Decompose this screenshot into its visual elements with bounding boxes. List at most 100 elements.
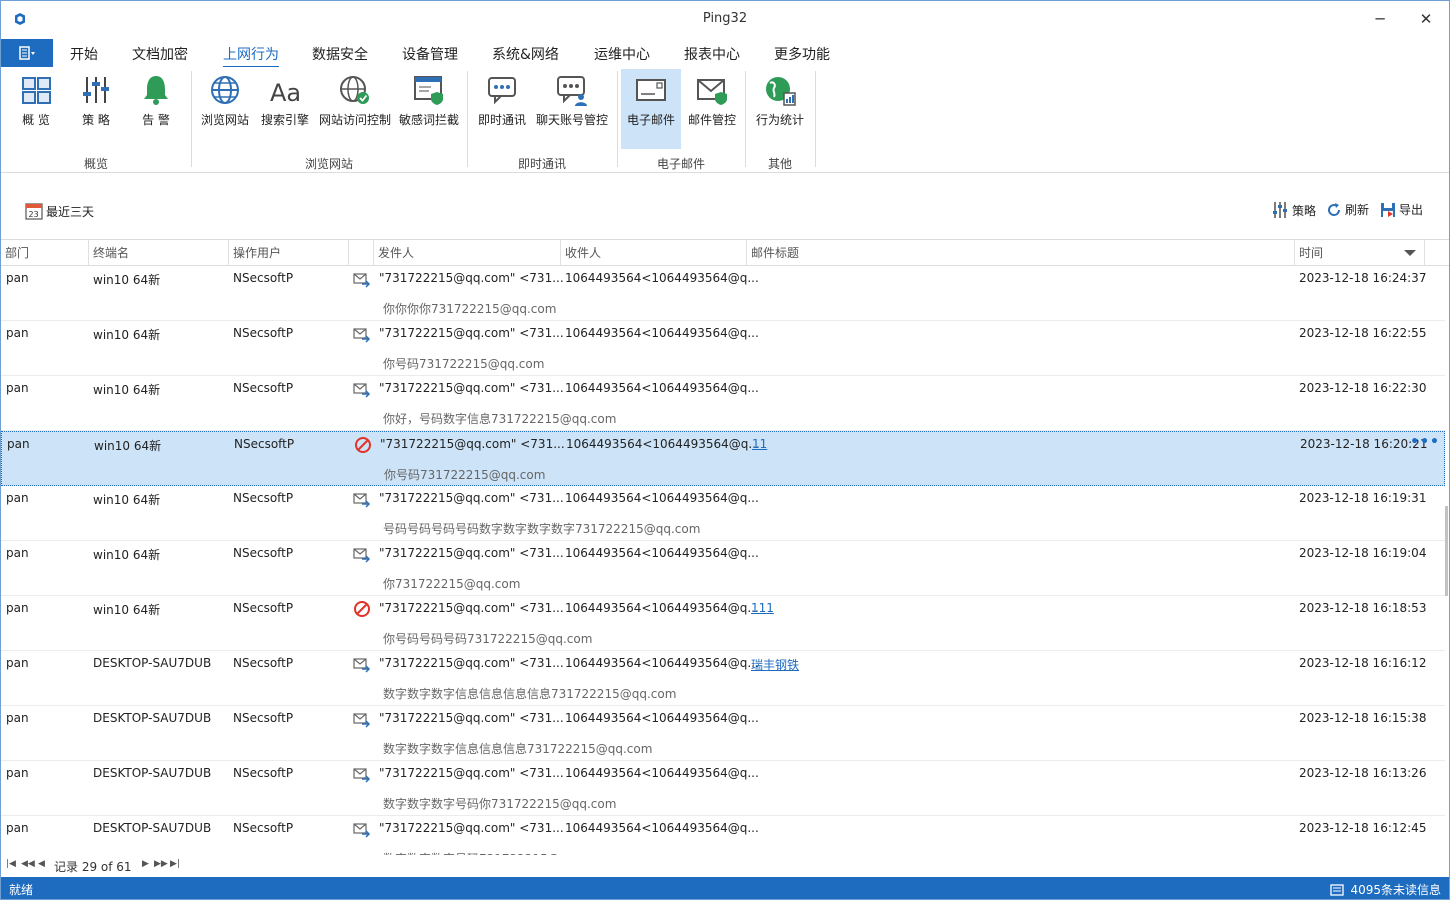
tab-ops-center[interactable]: 运维中心 [594, 44, 650, 64]
prev-record-button[interactable]: ◀ [38, 859, 45, 869]
cell-terminal: DESKTOP-SAU7DUB [93, 711, 212, 725]
ribbon-alarm-label: 告 警 [142, 113, 170, 127]
minimize-button[interactable]: ─ [1365, 7, 1395, 31]
ribbon-sensitive-words-button[interactable]: 敏感词拦截 [397, 69, 461, 149]
table-row[interactable]: pan win10 64新 NSecsoftP "731722215@qq.com" … [1, 596, 1445, 651]
last-page-button[interactable]: ▶| [170, 859, 180, 869]
browser-shield-icon [414, 76, 443, 105]
table-row[interactable]: pan DESKTOP-SAU7DUB NSecsoftP "731722215@qq… [1, 706, 1445, 761]
cell-dept: pan [6, 766, 29, 780]
status-text: 就绪 [9, 883, 34, 897]
table-row[interactable]: pan DESKTOP-SAU7DUB NSecsoftP "731722215@qq… [1, 651, 1445, 706]
group-label-overview: 概览 [83, 157, 108, 171]
ribbon-web-access-control-button[interactable]: 网站访问控制 [317, 69, 393, 149]
ribbon-im-button[interactable]: 即时通讯 [473, 69, 531, 149]
export-button[interactable]: 导出 [1380, 201, 1423, 218]
unread-messages-button[interactable]: 4095条未读信息 [1330, 881, 1441, 898]
cell-user: NSecsoftP [233, 601, 294, 615]
ribbon-browse-web-button[interactable]: 浏览网站 [197, 69, 253, 149]
ribbon-chat-account-control-button[interactable]: 聊天账号管控 [533, 69, 611, 149]
column-header-sender[interactable]: 发件人 [374, 240, 561, 266]
tab-report-center[interactable]: 报表中心 [684, 44, 740, 64]
app-menu-button[interactable] [1, 39, 53, 67]
strategy-label: 策略 [1292, 203, 1317, 218]
first-page-button[interactable]: |◀ [6, 859, 16, 869]
next-page-group-button[interactable]: ▶▶ [154, 859, 168, 869]
cell-user: NSecsoftP [233, 766, 294, 780]
cell-recipient: 1064493564<1064493564@q... [565, 271, 759, 285]
cell-terminal: win10 64新 [93, 383, 161, 397]
vertical-scrollbar[interactable] [1445, 506, 1448, 596]
cell-recipient: 1064493564<1064493564@q... [565, 711, 759, 725]
cell-sender: "731722215@qq.com" <731... [379, 491, 564, 505]
message-icon [1330, 883, 1345, 896]
cell-terminal: win10 64新 [93, 603, 161, 617]
ribbon-mail-control-label: 邮件管控 [687, 113, 736, 127]
cell-subject-link[interactable]: 瑞丰钢铁 [751, 656, 799, 673]
prev-page-group-button[interactable]: ◀◀ [21, 859, 35, 869]
column-header-status[interactable] [349, 240, 374, 266]
tab-system-network[interactable]: 系统&网络 [492, 44, 559, 64]
table-row[interactable]: pan DESKTOP-SAU7DUB NSecsoftP "731722215@qq… [1, 761, 1445, 816]
email-sent-icon [353, 548, 371, 563]
table-row[interactable]: pan DESKTOP-SAU7DUB NSecsoftP "731722215@qq… [1, 816, 1445, 855]
cell-user: NSecsoftP [233, 326, 294, 340]
cell-time: 2023-12-18 16:19:31 [1299, 491, 1427, 505]
date-range-label: 最近三天 [46, 204, 95, 219]
cell-body-preview: 你号码731722215@qq.com [383, 357, 545, 371]
table-row[interactable]: pan win10 64新 NSecsoftP "731722215@qq.com" … [1, 431, 1445, 486]
refresh-button[interactable]: 刷新 [1326, 201, 1369, 218]
table-row[interactable]: pan win10 64新 NSecsoftP "731722215@qq.com" … [1, 541, 1445, 596]
cell-recipient: 1064493564<1064493564@q... [565, 326, 759, 340]
ribbon-behavior-stats-button[interactable]: 行为统计 [751, 69, 809, 149]
cell-recipient: 1064493564<1064493564@q... [566, 437, 760, 451]
ribbon-alarm-button[interactable]: 告 警 [131, 69, 181, 149]
cell-time: 2023-12-18 16:12:45 [1299, 821, 1427, 835]
ribbon-strategy-button[interactable]: 策 略 [71, 69, 121, 149]
ribbon-separator [191, 71, 192, 167]
sliders-icon [83, 77, 109, 103]
column-header-subject[interactable]: 邮件标题 [747, 240, 1295, 266]
tab-start[interactable]: 开始 [70, 44, 98, 64]
tab-data-security[interactable]: 数据安全 [312, 44, 368, 64]
cell-terminal: DESKTOP-SAU7DUB [93, 766, 212, 780]
email-sent-icon [353, 823, 371, 838]
email-sent-icon [353, 768, 371, 783]
cell-body-preview: 你号码731722215@qq.com [384, 468, 546, 482]
next-record-button[interactable]: ▶ [142, 859, 149, 869]
ribbon-separator [815, 71, 816, 167]
pager-record-text: 记录 29 of 61 [54, 860, 132, 874]
close-button[interactable]: ✕ [1411, 7, 1441, 31]
chat-bubble-icon [488, 77, 516, 105]
tab-more-features[interactable]: 更多功能 [774, 44, 830, 64]
column-header-user[interactable]: 操作用户 [229, 240, 349, 266]
cell-user: NSecsoftP [233, 271, 294, 285]
table-row[interactable]: pan win10 64新 NSecsoftP "731722215@qq.com" … [1, 266, 1445, 321]
ribbon-mail-control-button[interactable]: 邮件管控 [683, 69, 741, 149]
column-header-dept[interactable]: 部门 [1, 240, 89, 266]
ribbon-overview-button[interactable]: 概 览 [11, 69, 61, 149]
column-header-time[interactable]: 时间 [1295, 240, 1425, 266]
strategy-button[interactable]: 策略 [1271, 201, 1316, 219]
date-range-filter[interactable]: 23 最近三天 [25, 201, 94, 221]
table-row[interactable]: pan win10 64新 NSecsoftP "731722215@qq.com" … [1, 321, 1445, 376]
cell-recipient: 1064493564<1064493564@q... [565, 766, 759, 780]
cell-time: 2023-12-18 16:22:30 [1299, 381, 1427, 395]
ribbon-search-engine-button[interactable]: Aa 搜索引擎 [257, 69, 313, 149]
tab-web-behavior[interactable]: 上网行为 [223, 44, 279, 68]
column-header-terminal[interactable]: 终端名 [89, 240, 229, 266]
ribbon-email-button[interactable]: 电子邮件 [621, 69, 681, 149]
cell-time: 2023-12-18 16:22:55 [1299, 326, 1427, 340]
mail-shield-icon [697, 79, 727, 105]
row-more-button[interactable]: ••• [1410, 434, 1440, 450]
tab-device-management[interactable]: 设备管理 [402, 44, 458, 64]
cell-user: NSecsoftP [233, 711, 294, 725]
column-header-recipient[interactable]: 收件人 [561, 240, 747, 266]
cell-subject-link[interactable]: 111 [751, 601, 774, 615]
table-row[interactable]: pan win10 64新 NSecsoftP "731722215@qq.com" … [1, 376, 1445, 431]
overview-grid-icon [22, 77, 51, 104]
email-grid: pan win10 64新 NSecsoftP "731722215@qq.com" … [1, 266, 1445, 855]
tab-doc-encryption[interactable]: 文档加密 [132, 44, 188, 64]
table-row[interactable]: pan win10 64新 NSecsoftP "731722215@qq.com" … [1, 486, 1445, 541]
cell-subject-link[interactable]: 11 [752, 437, 767, 451]
